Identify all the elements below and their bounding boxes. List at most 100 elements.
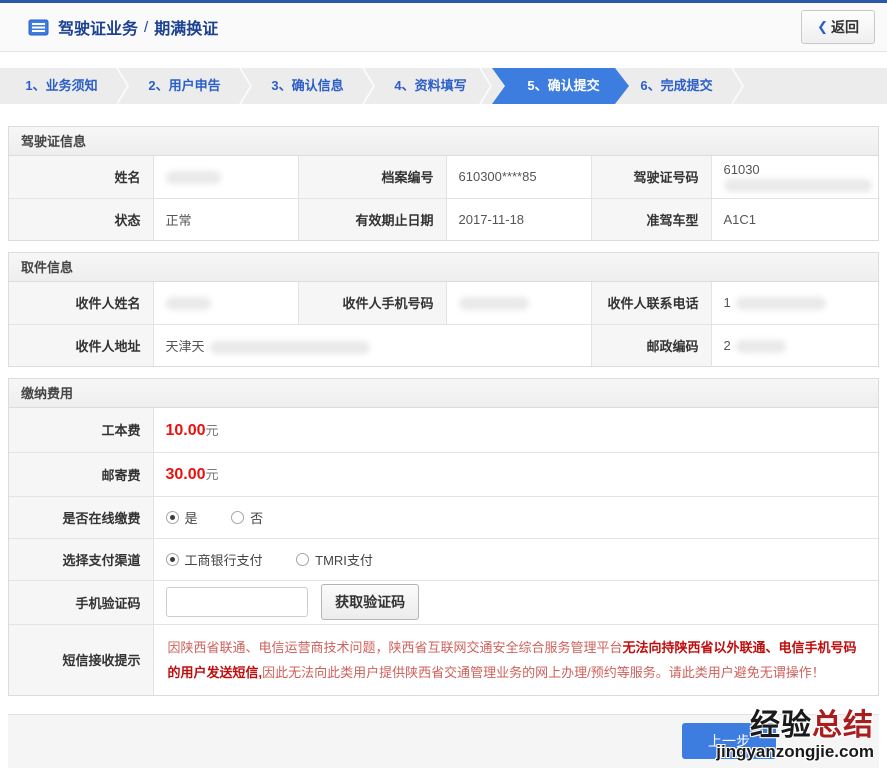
vehicle-class-value: A1C1	[711, 198, 878, 240]
table-row: 工本费 10.00元	[9, 408, 878, 452]
step-5-confirm-submit-active[interactable]: 5、确认提交	[492, 68, 629, 104]
table-row: 手机验证码 获取验证码	[9, 580, 878, 624]
step-separator-icon	[239, 68, 253, 104]
recipient-address-label: 收件人地址	[9, 324, 153, 366]
online-pay-no-label: 否	[250, 508, 263, 527]
step-2-user-declaration[interactable]: 2、用户申告	[123, 68, 246, 104]
recipient-mobile-label: 收件人手机号码	[298, 282, 446, 324]
work-fee-amount: 10.00	[166, 422, 206, 439]
recipient-address-value: 天津天	[153, 324, 591, 366]
sms-tip-cell: 因陕西省联通、电信运营商技术问题，陕西省互联网交通安全综合服务管理平台无法向持陕…	[153, 624, 878, 695]
postal-code-label: 邮政编码	[591, 324, 711, 366]
file-no-label: 档案编号	[298, 156, 446, 198]
radio-unchecked-icon[interactable]	[296, 553, 309, 566]
step-4-fill-data[interactable]: 4、资料填写	[369, 68, 492, 104]
table-row: 状态 正常 有效期止日期 2017-11-18 准驾车型 A1C1	[9, 198, 878, 240]
postage-fee-amount: 30.00	[166, 466, 206, 483]
vehicle-class-label: 准驾车型	[591, 198, 711, 240]
online-pay-label: 是否在线缴费	[9, 496, 153, 538]
pickup-info-table: 收件人姓名 收件人手机号码 收件人联系电话 1 收件人地址 天津天 邮政编码 2	[9, 282, 878, 366]
work-fee-label: 工本费	[9, 408, 153, 452]
license-info-section: 驾驶证信息 姓名 档案编号 610300****85 驾驶证号码 61030 状…	[8, 126, 879, 241]
table-row: 是否在线缴费 是 否	[9, 496, 878, 538]
redacted-value	[459, 297, 529, 310]
recipient-name-value	[153, 282, 298, 324]
sms-code-label: 手机验证码	[9, 580, 153, 624]
page-header: 驾驶证业务 / 期满换证 ❮ 返回	[0, 3, 887, 52]
page-title: 驾驶证业务	[58, 15, 138, 39]
fee-unit: 元	[206, 423, 219, 438]
online-pay-yes-label: 是	[185, 508, 198, 527]
pay-channel-options: 工商银行支付 TMRI支付	[153, 538, 878, 580]
step-wizard: 1、业务须知 2、用户申告 3、确认信息 4、资料填写 5、确认提交 6、完成提…	[0, 68, 887, 104]
postage-fee-value: 30.00元	[153, 452, 878, 496]
sms-code-field: 获取验证码	[153, 580, 878, 624]
sms-tip-label: 短信接收提示	[9, 624, 153, 695]
name-value	[153, 156, 298, 198]
name-label: 姓名	[9, 156, 153, 198]
get-code-button[interactable]: 获取验证码	[321, 584, 419, 620]
sms-tip-part3: 因此无法向此类用户提供陕西省交通管理业务的网上办理/预约等服务。请此类用户避免无…	[262, 665, 825, 680]
channel-icbc-label: 工商银行支付	[185, 550, 263, 569]
redacted-value	[210, 341, 370, 354]
step-1-business-notice[interactable]: 1、业务须知	[0, 68, 123, 104]
previous-step-button[interactable]: 上一步	[682, 723, 776, 759]
table-row: 邮寄费 30.00元	[9, 452, 878, 496]
recipient-phone-label: 收件人联系电话	[591, 282, 711, 324]
table-row: 姓名 档案编号 610300****85 驾驶证号码 61030	[9, 156, 878, 198]
license-section-title: 驾驶证信息	[9, 127, 878, 156]
channel-tmri-option[interactable]: TMRI支付	[296, 550, 373, 569]
fees-section: 缴纳费用 工本费 10.00元 邮寄费 30.00元 是否在线缴费 是 否 选择…	[8, 378, 879, 696]
online-pay-options: 是 否	[153, 496, 878, 538]
channel-tmri-label: TMRI支付	[315, 550, 373, 569]
table-row: 收件人地址 天津天 邮政编码 2	[9, 324, 878, 366]
work-fee-value: 10.00元	[153, 408, 878, 452]
table-row: 选择支付渠道 工商银行支付 TMRI支付	[9, 538, 878, 580]
channel-icbc-option[interactable]: 工商银行支付	[166, 550, 263, 569]
postage-fee-label: 邮寄费	[9, 452, 153, 496]
recipient-name-label: 收件人姓名	[9, 282, 153, 324]
back-chevron-icon: ❮	[817, 19, 828, 35]
table-row: 短信接收提示 因陕西省联通、电信运营商技术问题，陕西省互联网交通安全综合服务管理…	[9, 624, 878, 695]
pickup-section-title: 取件信息	[9, 253, 878, 282]
step-separator-icon	[479, 68, 493, 104]
breadcrumb: 驾驶证业务 / 期满换证	[28, 15, 218, 39]
radio-unchecked-icon[interactable]	[231, 511, 244, 524]
online-pay-yes-option[interactable]: 是	[166, 508, 198, 527]
redacted-value	[736, 297, 826, 310]
status-label: 状态	[9, 198, 153, 240]
fees-section-title: 缴纳费用	[9, 379, 878, 408]
sms-tip-part1: 因陕西省联通、电信运营商技术问题，陕西省互联网交通安全综合服务管理平台	[168, 640, 623, 655]
expiry-label: 有效期止日期	[298, 198, 446, 240]
license-info-table: 姓名 档案编号 610300****85 驾驶证号码 61030 状态 正常 有…	[9, 156, 878, 240]
footer-bar: 上一步	[8, 714, 879, 768]
document-list-icon	[28, 19, 49, 36]
pay-channel-label: 选择支付渠道	[9, 538, 153, 580]
sms-code-input[interactable]	[166, 587, 308, 617]
radio-checked-icon[interactable]	[166, 511, 179, 524]
postal-code-value: 2	[711, 324, 878, 366]
status-value: 正常	[153, 198, 298, 240]
redacted-value	[724, 179, 872, 192]
back-button[interactable]: ❮ 返回	[801, 10, 875, 44]
page-subtitle: 期满换证	[154, 15, 218, 39]
license-no-prefix: 61030	[724, 162, 760, 177]
online-pay-no-option[interactable]: 否	[231, 508, 263, 527]
file-no-value: 610300****85	[446, 156, 591, 198]
recipient-phone-value: 1	[711, 282, 878, 324]
recipient-address-prefix: 天津天	[166, 339, 205, 354]
recipient-mobile-value	[446, 282, 591, 324]
step-separator-icon	[362, 68, 376, 104]
step-6-complete-submit[interactable]: 6、完成提交	[615, 68, 738, 104]
expiry-value: 2017-11-18	[446, 198, 591, 240]
redacted-value	[736, 340, 786, 353]
back-button-label: 返回	[831, 17, 859, 37]
pickup-info-section: 取件信息 收件人姓名 收件人手机号码 收件人联系电话 1 收件人地址 天津天 邮…	[8, 252, 879, 367]
postal-code-prefix: 2	[724, 338, 731, 353]
license-no-value: 61030	[711, 156, 878, 198]
step-3-confirm-info[interactable]: 3、确认信息	[246, 68, 369, 104]
radio-checked-icon[interactable]	[166, 553, 179, 566]
recipient-phone-prefix: 1	[724, 295, 731, 310]
license-no-label: 驾驶证号码	[591, 156, 711, 198]
redacted-value	[166, 171, 221, 184]
